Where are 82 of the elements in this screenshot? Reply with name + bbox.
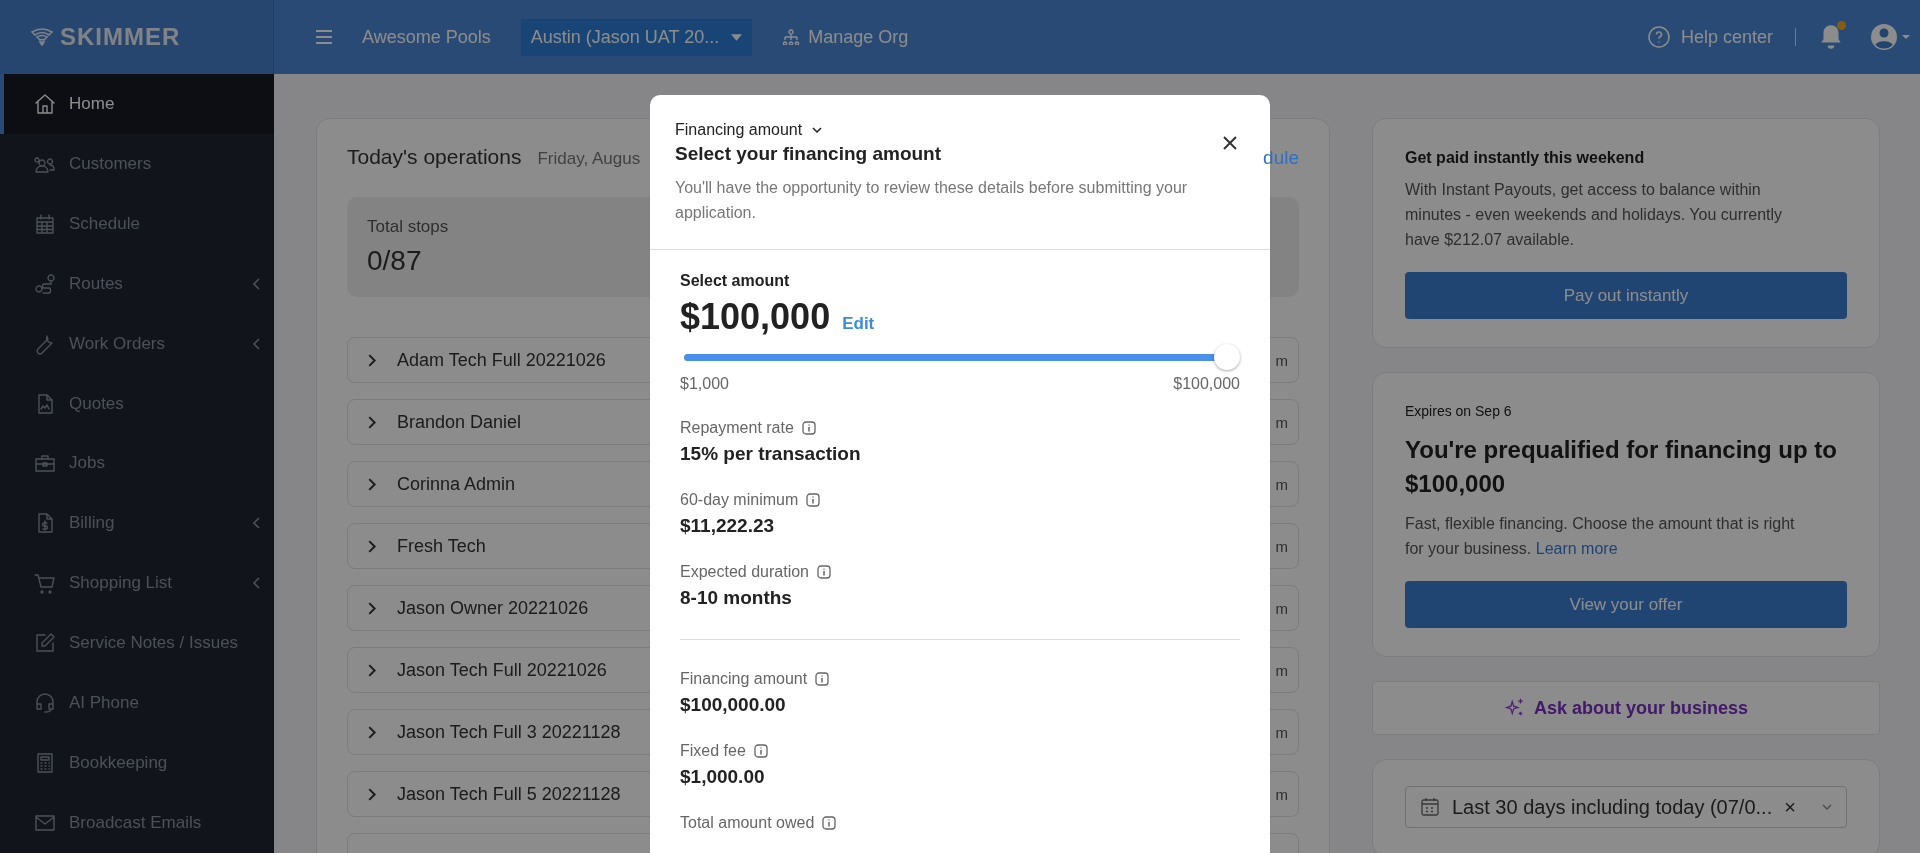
sidebar-item[interactable]: Jobs [0,433,274,494]
chevron-right-icon [368,477,377,491]
clear-button[interactable]: × [1784,795,1796,819]
sidebar-item[interactable]: Quotes [0,373,274,434]
home-icon [33,91,57,116]
chevron-down-icon[interactable] [1822,804,1832,810]
slider-handle[interactable] [1214,344,1240,370]
manage-org-link[interactable]: Manage Org [782,26,909,48]
info-icon[interactable] [753,744,768,758]
info-icon[interactable] [806,493,821,507]
detail-value: $100,000.00 [680,694,787,716]
detail-value: $11,222.23 [680,515,776,537]
wifi-logo-icon [30,28,54,46]
calendar-icon [1420,797,1440,817]
slider-max-label: $100,000 [1173,375,1240,393]
caret-down-icon [731,33,743,41]
sidebar-item[interactable]: Service Notes / Issues [0,613,274,674]
info-icon[interactable] [817,565,831,579]
cart-icon [33,571,57,596]
info-icon[interactable] [801,421,816,435]
detail-value: $1,000.00 [680,766,766,788]
detail-label: Fixed fee [680,742,746,760]
sidebar-item[interactable]: Routes [0,253,274,314]
operations-title: Today's operations [347,145,522,169]
offer-description: Fast, flexible financing. Choose the amount that is right for your business. Learn more [1405,514,1796,559]
detail-value: 15% per transaction [680,443,862,465]
sidebar-item[interactable]: Broadcast Emails [0,793,274,853]
operations-date: Friday, Augus [537,149,641,169]
chevron-right-icon [368,787,377,801]
payout-title: Get paid instantly this weekend [1405,149,1646,167]
expiry-text: Expires on Sep 6 [1405,403,1513,419]
logo-text: SKIMMER [60,23,181,51]
menu-icon[interactable] [316,30,332,44]
location-dropdown[interactable]: Austin (Jason UAT 20... [520,18,753,56]
sidebar-item[interactable]: Bookkeeping [0,733,274,794]
chevron-right-icon [368,415,377,429]
route-icon [33,271,57,296]
view-offer-button[interactable]: View your offer [1405,581,1847,628]
selected-amount: $100,000 [680,296,831,338]
sidebar-item[interactable]: Schedule [0,193,274,254]
sidebar-item[interactable]: AI Phone [0,673,274,734]
chevron-right-icon [368,539,377,553]
chevron-right-icon [368,663,377,677]
organization-name[interactable]: Awesome Pools [362,26,491,48]
date-range-field[interactable]: Last 30 days including today (07/0... × [1405,786,1847,828]
chevron-right-icon [368,725,377,739]
detail-label: Repayment rate [680,419,794,437]
slider-min-label: $1,000 [680,375,729,393]
user-menu[interactable] [1870,23,1910,51]
detail-label: Expected duration [680,563,809,581]
close-icon[interactable] [1223,136,1237,150]
sidebar-item[interactable]: Shopping List [0,553,274,614]
sidebar-item[interactable]: Work Orders [0,313,274,374]
chevron-right-icon [368,353,377,367]
chevron-down-icon [812,127,823,133]
sidebar-item[interactable]: Billing [0,493,274,554]
info-icon[interactable] [815,672,830,686]
headset-icon [33,691,57,716]
pay-out-button[interactable]: Pay out instantly [1405,272,1847,319]
sidebar-item[interactable]: Home [0,74,274,134]
chevron-right-icon [368,601,377,615]
org-chart-icon [782,29,801,45]
detail-label: 60-day minimum [680,491,799,509]
select-amount-label: Select amount [680,272,791,290]
help-center-link[interactable]: Help center [1646,25,1773,49]
offer-heading: You're prequalified for financing up to $100,000 [1405,435,1838,499]
detail-value: 8-10 months [680,587,793,609]
sidebar-item[interactable]: Customers [0,133,274,194]
calendar-icon [33,211,57,236]
payout-description: With Instant Payouts, get access to balance within minutes - even weekends and holidays. You currently have $212.07 available. [1405,180,1784,250]
modal-title: Select your financing amount [675,143,942,165]
learn-more-link[interactable]: Learn more [1535,540,1618,557]
financing-amount-dropdown[interactable]: Financing amount [675,121,823,139]
edit-link[interactable]: Edit [842,314,875,334]
detail-label: Total amount owed [680,814,815,832]
help-icon [1646,25,1671,49]
stat-label: Total stops [367,217,450,237]
stat-value: 0/87 [367,245,423,277]
detail-label: Financing amount [680,670,808,688]
info-icon[interactable] [822,816,837,830]
ask-business-button[interactable]: Ask about your business [1372,681,1880,735]
modal-subtitle: You'll have the opportunity to review these details before submitting your application. [675,178,1189,223]
